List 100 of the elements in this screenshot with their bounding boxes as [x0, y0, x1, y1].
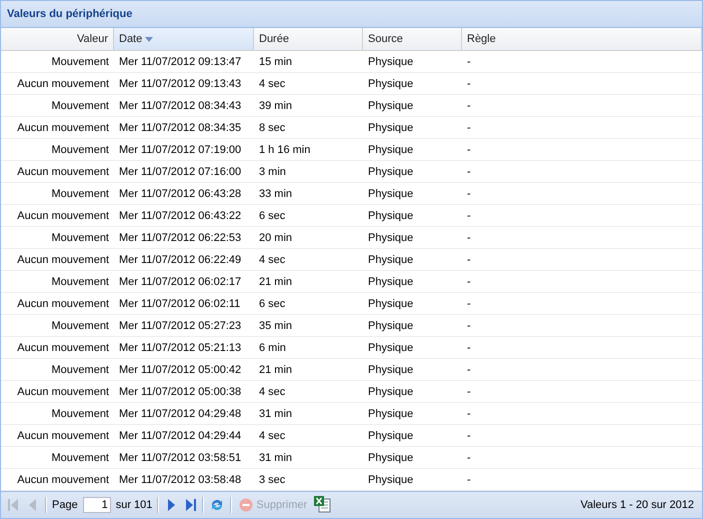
table-cell-text: Physique: [367, 406, 414, 422]
table-cell-text: 6 min: [258, 340, 287, 356]
table-cell-text: Aucun mouvement: [16, 252, 110, 268]
table-cell-text: Mer 11/07/2012 06:22:53: [118, 230, 242, 246]
table-cell-text: -: [466, 76, 472, 92]
table-cell-text: 21 min: [258, 362, 294, 378]
table-cell-text: Physique: [367, 296, 414, 312]
table-cell-text: -: [466, 450, 472, 466]
table-cell-text: Mer 11/07/2012 04:29:44: [118, 428, 242, 444]
table-cell-text: Aucun mouvement: [16, 208, 110, 224]
column-header[interactable]: Date: [114, 28, 254, 50]
table-cell-text: Physique: [367, 450, 414, 466]
table-cell-text: Mer 11/07/2012 06:02:11: [118, 296, 242, 312]
table-cell-text: -: [466, 362, 472, 378]
table-cell-text: Physique: [367, 208, 414, 224]
table-cell-text: -: [466, 142, 472, 158]
table-cell-text: Mouvement: [50, 186, 110, 202]
table-cell-text: Mer 11/07/2012 08:34:43: [118, 98, 242, 114]
table-cell-text: Aucun mouvement: [16, 120, 110, 136]
table-cell-text: Mouvement: [50, 274, 110, 290]
table-cell-text: Mouvement: [50, 406, 110, 422]
table-cell-text: Physique: [367, 142, 414, 158]
table-cell-text: -: [466, 296, 472, 312]
table-cell-text: 6 sec: [258, 208, 286, 224]
table-cell-text: Mer 11/07/2012 06:43:22: [118, 208, 242, 224]
table-cell-text: -: [466, 406, 472, 422]
column-header[interactable]: Règle: [462, 28, 702, 50]
table-cell-text: Mer 11/07/2012 05:00:42: [118, 362, 242, 378]
table-cell-text: Mouvement: [50, 362, 110, 378]
table-cell-text: -: [466, 164, 472, 180]
table-cell-text: Physique: [367, 230, 414, 246]
column-header[interactable]: Durée: [254, 28, 363, 50]
table-cell-text: Physique: [367, 340, 414, 356]
table-cell-text: Physique: [367, 164, 414, 180]
table-cell-text: Mouvement: [50, 54, 110, 70]
record-count-text: Valeurs 1 - 20 sur 2012: [580, 498, 695, 511]
last-page-icon[interactable]: [183, 496, 198, 513]
table-cell-text: 31 min: [258, 406, 294, 422]
table-cell-text: -: [466, 54, 472, 70]
table-cell-text: -: [466, 428, 472, 444]
table-cell-text: -: [466, 208, 472, 224]
table-cell-text: Aucun mouvement: [16, 428, 110, 444]
table-cell-text: Aucun mouvement: [16, 296, 110, 312]
table-cell-text: Mer 11/07/2012 09:13:47: [118, 54, 242, 70]
table-cell-text: Mer 11/07/2012 07:19:00: [118, 142, 242, 158]
table-cell-text: 4 sec: [258, 384, 286, 400]
table-cell-text: -: [466, 340, 472, 356]
table-cell-text: Aucun mouvement: [16, 384, 110, 400]
table-cell-text: Physique: [367, 472, 414, 488]
table-cell-text: Mer 11/07/2012 09:13:43: [118, 76, 242, 92]
table-cell-text: Mouvement: [50, 230, 110, 246]
table-cell-text: Physique: [367, 384, 414, 400]
table-cell-text: 39 min: [258, 98, 294, 114]
table-cell-text: Mer 11/07/2012 06:22:49: [118, 252, 242, 268]
table-cell-text: Mer 11/07/2012 06:02:17: [118, 274, 242, 290]
table-cell-text: 4 sec: [258, 252, 286, 268]
table-cell-text: -: [466, 384, 472, 400]
table-cell-text: 31 min: [258, 450, 294, 466]
table-cell-text: -: [466, 120, 472, 136]
table-cell-text: Mer 11/07/2012 05:00:38: [118, 384, 242, 400]
table-cell-text: -: [466, 186, 472, 202]
table-cell-text: 3 sec: [258, 472, 286, 488]
spreadsheet-export-icon[interactable]: [314, 496, 332, 514]
table-cell-text: Physique: [367, 120, 414, 136]
table-cell-text: Mer 11/07/2012 03:58:51: [118, 450, 242, 466]
table-cell-text: Mer 11/07/2012 08:34:35: [118, 120, 242, 136]
table-cell-text: 1 h 16 min: [258, 142, 312, 158]
table-cell-text: Mouvement: [50, 318, 110, 334]
table-cell-text: Physique: [367, 76, 414, 92]
table-cell-text: Physique: [367, 98, 414, 114]
table-cell-text: Mouvement: [50, 142, 110, 158]
table-cell-text: Mouvement: [50, 98, 110, 114]
table-cell-text: -: [466, 98, 472, 114]
table-cell-text: 20 min: [258, 230, 294, 246]
table-cell-text: 21 min: [258, 274, 294, 290]
table-cell-text: -: [466, 230, 472, 246]
table-cell-text: Physique: [367, 274, 414, 290]
table-cell-text: 4 sec: [258, 428, 286, 444]
table-cell-text: Physique: [367, 54, 414, 70]
table-cell-text: Aucun mouvement: [16, 340, 110, 356]
table-cell-text: Aucun mouvement: [16, 164, 110, 180]
table-cell-text: 35 min: [258, 318, 294, 334]
table-cell-text: 3 min: [258, 164, 287, 180]
table-cell-text: Mer 11/07/2012 07:16:00: [118, 164, 242, 180]
table-cell-text: Physique: [367, 318, 414, 334]
table-cell-text: -: [466, 318, 472, 334]
column-header[interactable]: Source: [363, 28, 462, 50]
table-cell-text: Mer 11/07/2012 05:27:23: [118, 318, 242, 334]
table-cell-text: Physique: [367, 186, 414, 202]
table-cell-text: Physique: [367, 428, 414, 444]
table-cell-text: -: [466, 252, 472, 268]
table-cell-text: Physique: [367, 252, 414, 268]
table-cell-text: Mer 11/07/2012 03:58:48: [118, 472, 242, 488]
minus-circle-icon: [239, 498, 254, 512]
table-cell-text: 33 min: [258, 186, 294, 202]
page-number-field[interactable]: 1: [82, 496, 111, 513]
table-cell-text: Physique: [367, 362, 414, 378]
table-cell-text: 15 min: [258, 54, 294, 70]
page-label: Page: [52, 498, 78, 511]
table-cell-text: Mer 11/07/2012 06:43:28: [118, 186, 242, 202]
